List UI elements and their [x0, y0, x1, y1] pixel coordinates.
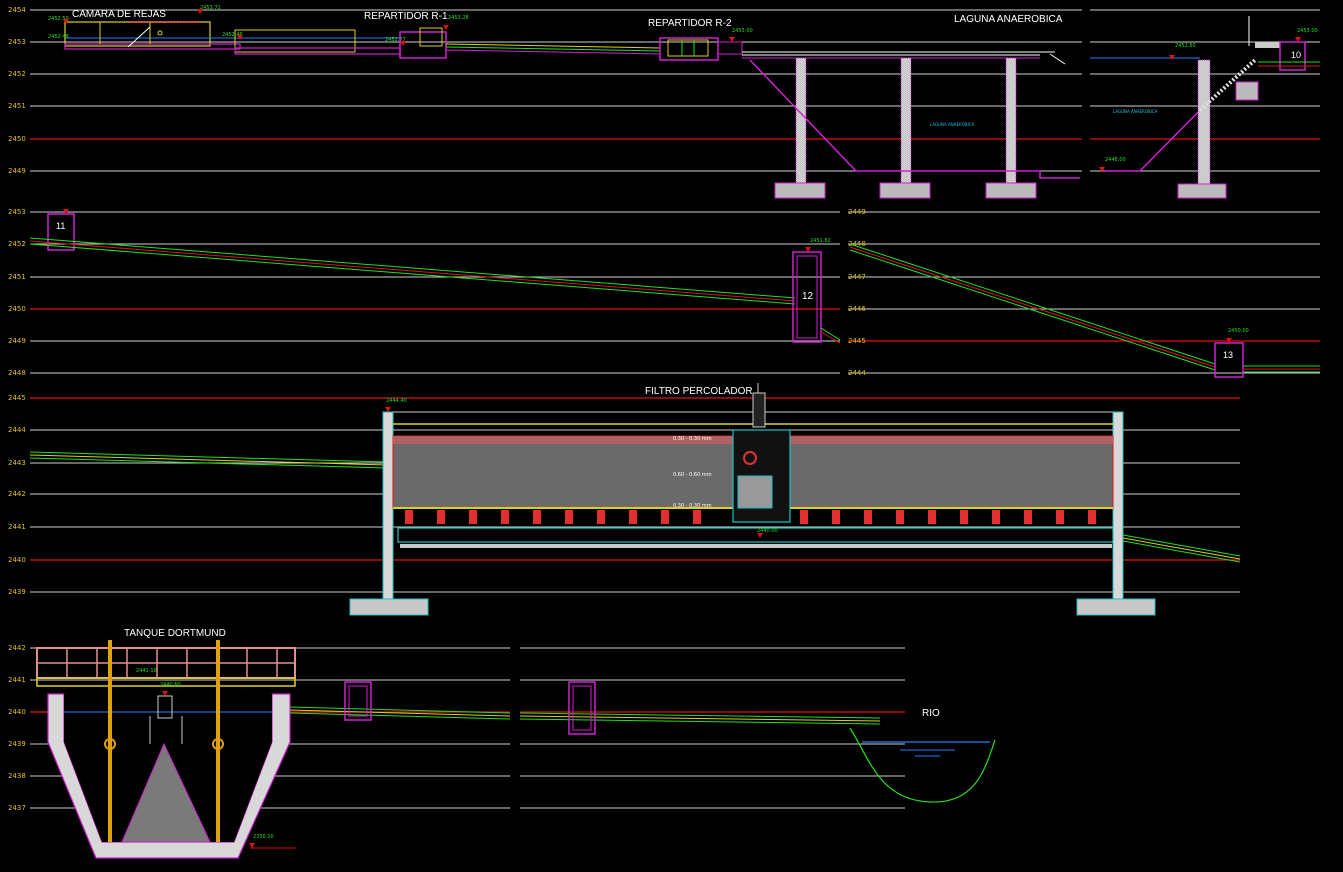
- rio-title: RIO: [922, 708, 940, 719]
- level-label: 2441: [8, 676, 26, 684]
- elevation-label: 2453.28: [448, 15, 469, 21]
- layer-label: 0.30 - 0.30 mm: [673, 436, 712, 442]
- level-label: 2441: [8, 523, 26, 531]
- level-label: 2445: [848, 337, 866, 345]
- level-label: 2448: [8, 369, 26, 377]
- repartidor-r1: [399, 27, 661, 59]
- level-label: 2453: [8, 38, 26, 46]
- level-label: 2438: [8, 772, 26, 780]
- tanque-title: TANQUE DORTMUND: [124, 628, 226, 639]
- level-label: 2451: [8, 102, 26, 110]
- level-label: 2439: [8, 588, 26, 596]
- level-label: 2447: [848, 273, 866, 281]
- elevation-label: 2451.82: [810, 238, 831, 244]
- manhole-number: 13: [1223, 350, 1233, 360]
- laguna-anaerobica: LAGUNA ANAEROBICA: [749, 53, 1080, 199]
- manhole-number: 10: [1291, 50, 1301, 60]
- manhole-number: 11: [56, 221, 65, 231]
- level-label: 2440: [8, 708, 26, 716]
- layer-label: 0.60 - 0.60 mm: [673, 472, 712, 478]
- camara-de-rejas: [64, 21, 401, 55]
- elevation-label: 2452.48: [48, 34, 69, 40]
- level-label: 2451: [8, 273, 26, 281]
- repartidor-r2: [659, 37, 1055, 61]
- level-label: 2449: [8, 337, 26, 345]
- level-label: 2444: [848, 369, 866, 377]
- level-label: 2443: [8, 459, 26, 467]
- camara-title: CAMARA DE REJAS: [72, 9, 166, 20]
- elevation-label: 2453.71: [200, 5, 221, 11]
- repartidor2-title: REPARTIDOR R-2: [648, 18, 732, 29]
- level-label: 2452: [8, 240, 26, 248]
- filtro-title: FILTRO PERCOLADOR: [645, 386, 753, 397]
- level-label: 2444: [8, 426, 26, 434]
- laguna-inner-label: LAGUNA ANAEROBICA: [930, 122, 975, 127]
- laguna-title: LAGUNA ANAEROBICA: [954, 14, 1063, 25]
- elevation-label: 2453.00: [732, 28, 753, 34]
- elevation-label: 2350.10: [253, 834, 274, 840]
- manhole-number: 12: [802, 291, 814, 302]
- elevation-label: 2450.00: [1228, 328, 1249, 334]
- cad-drawing: 2454 2453 2452 2451 2450 2449 CAMARA DE …: [8, 5, 1320, 859]
- level-label: 2449: [848, 208, 866, 216]
- repartidor1-title: REPARTIDOR R-1: [364, 11, 448, 22]
- level-label: 2449: [8, 167, 26, 175]
- level-label: 2439: [8, 740, 26, 748]
- cad-drawing-canvas: 2454 2453 2452 2451 2450 2449 CAMARA DE …: [0, 0, 1343, 872]
- level-label: 2452: [8, 70, 26, 78]
- filtro-percolador-panel: 2445 2444 2443 2442 2441 2440 2439 0.30 …: [8, 383, 1241, 616]
- level-label: 2442: [8, 490, 26, 498]
- level-label: 2450: [8, 305, 26, 313]
- elevation-label: 2441.10: [136, 668, 157, 674]
- level-label: 2454: [8, 6, 26, 14]
- profile-panel-1: 2454 2453 2452 2451 2450 2449 CAMARA DE …: [8, 5, 1320, 199]
- profile-panel-3: 2449 2448 2447 2446 2445 2444 13 2450.00: [848, 208, 1320, 378]
- level-label: 2440: [8, 556, 26, 564]
- profile-panel-2: 2453 2452 2451 2450 2449 2448 11 12 2451…: [8, 208, 841, 377]
- level-label: 2445: [8, 394, 26, 402]
- level-label: 2446: [848, 305, 866, 313]
- elevation-label: 2440.60: [160, 682, 181, 688]
- elevation-label: 2452.50: [1175, 43, 1196, 49]
- laguna-inner-label: LAGUNA ANAEROBICA: [1113, 109, 1158, 114]
- layer-label: 0.30 - 0.30 mm: [673, 503, 712, 509]
- elevation-label: 2448.00: [1105, 157, 1126, 163]
- level-label: 2450: [8, 135, 26, 143]
- level-label: 2442: [8, 644, 26, 652]
- level-label: 2437: [8, 804, 26, 812]
- elevation-label: 2444.40: [386, 398, 407, 404]
- level-label: 2453: [8, 208, 26, 216]
- elevation-label: 2453.00: [1297, 28, 1318, 34]
- tanque-dortmund-panel: 2442 2441 2440 2439 2438 2437 2441.10 24…: [8, 640, 996, 859]
